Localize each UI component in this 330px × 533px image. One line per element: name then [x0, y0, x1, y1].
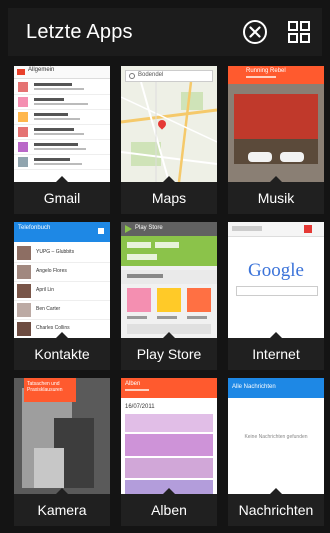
app-label: Maps: [121, 176, 217, 214]
app-tile: [187, 288, 211, 312]
photo: [125, 434, 213, 456]
musik-bar-label: Running Rebel: [246, 68, 286, 74]
contact-name: April Lin: [36, 287, 55, 293]
app-card-nachrichten[interactable]: Alle Nachrichten Keine Nachrichten gefun…: [228, 378, 324, 526]
recent-apps-grid: Allgemein Gmail Bodendel Maps Running Re…: [14, 66, 327, 526]
gmail-thumbnail: Allgemein: [14, 66, 110, 182]
page-title: Letzte Apps: [26, 20, 133, 43]
kamera-thumbnail: Tatsachen und Praxisklausuren: [14, 378, 110, 494]
top-bar: Letzte Apps: [8, 8, 322, 56]
search-icon: [129, 73, 135, 79]
kontakte-bar-label: Telefonbuch: [18, 225, 51, 231]
search-box: [236, 286, 318, 296]
nachrichten-thumbnail: Alle Nachrichten Keine Nachrichten gefun…: [228, 378, 324, 494]
nachrichten-bar-label: Alle Nachrichten: [232, 384, 276, 390]
contact-name: Ben Carter: [36, 306, 61, 312]
gmail-bar-label: Allgemein: [28, 67, 55, 73]
app-label: Internet: [228, 332, 324, 370]
play-store-icon: [125, 225, 132, 233]
alben-date: 16/07/2011: [125, 404, 155, 410]
playstore-thumbnail: Play Store: [121, 222, 217, 338]
kontakte-thumbnail: Telefonbuch YUPG – Glubbits Angelo Flore…: [14, 222, 110, 338]
app-tile: [157, 288, 181, 312]
app-card-gmail[interactable]: Allgemein Gmail: [14, 66, 110, 214]
app-card-kamera[interactable]: Tatsachen und Praxisklausuren Kamera: [14, 378, 110, 526]
playstore-bar-label: Play Store: [135, 225, 163, 231]
kamera-banner: Tatsachen und Praxisklausuren: [24, 378, 76, 402]
app-card-internet[interactable]: Google Internet: [228, 222, 324, 370]
app-label: Kamera: [14, 488, 110, 526]
contact-name: Charles Collins: [36, 325, 70, 331]
contact-name: Angelo Flores: [36, 268, 67, 274]
nachrichten-empty-text: Keine Nachrichten gefunden: [244, 434, 308, 440]
internet-thumbnail: Google: [228, 222, 324, 338]
grid-view-icon[interactable]: [288, 21, 310, 43]
google-logo: Google: [248, 260, 304, 281]
photo: [125, 414, 213, 432]
close-circle-icon[interactable]: [242, 19, 268, 45]
kamera-banner-text: Tatsachen und Praxisklausuren: [27, 381, 63, 393]
contact-name: YUPG – Glubbits: [36, 249, 75, 255]
app-card-maps[interactable]: Bodendel Maps: [121, 66, 217, 214]
app-label: Alben: [121, 488, 217, 526]
gmail-logo-icon: [17, 69, 25, 75]
alben-bar-label: Alben: [125, 381, 141, 387]
recent-apps-screen: Letzte Apps Allgemein Gmail Bodendel Map…: [0, 0, 330, 533]
musik-thumbnail: Running Rebel: [228, 66, 324, 182]
alben-thumbnail: Alben 16/07/2011: [121, 378, 217, 494]
app-label: Kontakte: [14, 332, 110, 370]
app-label: Musik: [228, 176, 324, 214]
map-roads: [121, 82, 217, 182]
app-card-musik[interactable]: Running Rebel Musik: [228, 66, 324, 214]
maps-search-text: Bodendel: [138, 72, 164, 78]
app-card-play-store[interactable]: Play Store Play Store: [121, 222, 217, 370]
maps-thumbnail: Bodendel: [121, 66, 217, 182]
app-label: Play Store: [121, 332, 217, 370]
app-label: Gmail: [14, 176, 110, 214]
app-card-kontakte[interactable]: Telefonbuch YUPG – Glubbits Angelo Flore…: [14, 222, 110, 370]
app-card-alben[interactable]: Alben 16/07/2011 Alben: [121, 378, 217, 526]
app-tile: [127, 288, 151, 312]
app-label: Nachrichten: [228, 488, 324, 526]
photo: [125, 458, 213, 478]
